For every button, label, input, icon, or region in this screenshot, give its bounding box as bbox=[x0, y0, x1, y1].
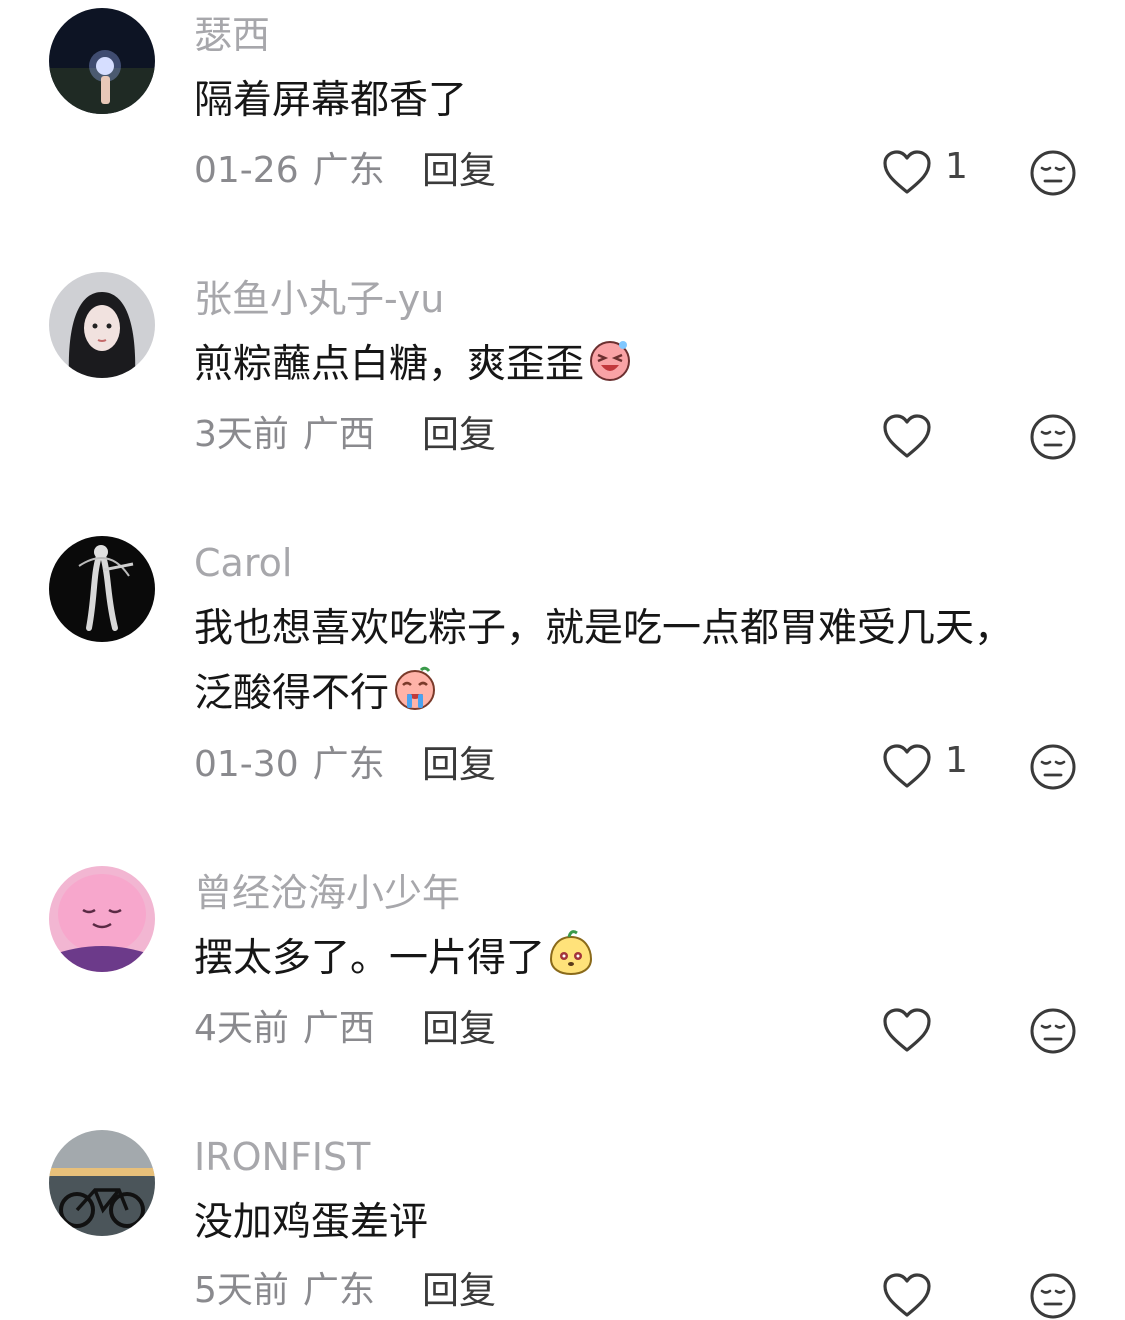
comment-text: 没加鸡蛋差评 bbox=[194, 1200, 429, 1245]
reply-button[interactable]: 回复 bbox=[422, 740, 496, 790]
comment-location: 广西 bbox=[302, 1008, 375, 1049]
comment-meta: 3天前 广西 bbox=[194, 410, 375, 460]
comment-date: 4天前 bbox=[194, 1008, 289, 1049]
like-button[interactable] bbox=[882, 1272, 934, 1320]
dislike-button[interactable] bbox=[1029, 413, 1077, 461]
comment-item: IRONFIST 没加鸡蛋差评 5天前 广东 回复 bbox=[0, 1122, 1125, 1319]
like-button[interactable] bbox=[882, 1007, 934, 1055]
like-count: 1 bbox=[945, 146, 968, 187]
like-button[interactable] bbox=[882, 413, 934, 461]
avatar[interactable] bbox=[49, 536, 155, 642]
heart-outline-icon bbox=[883, 744, 931, 788]
comment-meta: 01-26 广东 bbox=[194, 146, 385, 196]
comment-location: 广东 bbox=[302, 1270, 375, 1311]
heart-outline-icon bbox=[883, 1273, 931, 1317]
comment-username[interactable]: 曾经沧海小少年 bbox=[194, 868, 460, 918]
comment-item: 瑟西 隔着屏幕都香了 01-26 广东 回复 1 bbox=[0, 0, 1125, 240]
comment-username[interactable]: Carol bbox=[194, 538, 292, 588]
neutral-face-icon bbox=[1030, 1273, 1076, 1319]
comment-text: 摆太多了。一片得了 bbox=[194, 926, 1034, 991]
dislike-button[interactable] bbox=[1029, 149, 1077, 197]
comment-username[interactable]: 张鱼小丸子-yu bbox=[194, 274, 444, 324]
neutral-face-icon bbox=[1030, 414, 1076, 460]
comment-location: 广东 bbox=[312, 150, 385, 191]
like-count: 1 bbox=[945, 740, 968, 781]
dislike-button[interactable] bbox=[1029, 1272, 1077, 1320]
comment-username[interactable]: 瑟西 bbox=[194, 10, 270, 60]
comment-date: 3天前 bbox=[194, 414, 289, 455]
comment-meta: 4天前 广西 bbox=[194, 1004, 375, 1054]
neutral-face-icon bbox=[1030, 744, 1076, 790]
avatar[interactable] bbox=[49, 272, 155, 378]
like-button[interactable] bbox=[882, 743, 934, 791]
neutral-face-icon bbox=[1030, 150, 1076, 196]
comment-text: 煎粽蘸点白糖，爽歪歪 bbox=[194, 332, 1034, 397]
crying-emoji-icon bbox=[391, 664, 439, 712]
comment-text: 隔着屏幕都香了 bbox=[194, 78, 468, 123]
avatar[interactable] bbox=[49, 1130, 155, 1236]
comment-location: 广东 bbox=[312, 744, 385, 785]
heart-outline-icon bbox=[883, 414, 931, 458]
reply-button[interactable]: 回复 bbox=[422, 1266, 496, 1316]
like-button[interactable] bbox=[882, 149, 934, 197]
comment-item: Carol 我也想喜欢吃粽子，就是吃一点都胃难受几天，泛酸得不行 01-30 广东… bbox=[0, 528, 1125, 828]
reply-button[interactable]: 回复 bbox=[422, 146, 496, 196]
dislike-button[interactable] bbox=[1029, 1007, 1077, 1055]
dislike-button[interactable] bbox=[1029, 743, 1077, 791]
reply-button[interactable]: 回复 bbox=[422, 410, 496, 460]
avatar[interactable] bbox=[49, 8, 155, 114]
puppy-emoji-icon bbox=[547, 929, 595, 977]
avatar[interactable] bbox=[49, 866, 155, 972]
comment-date: 01-26 bbox=[194, 150, 299, 191]
heart-outline-icon bbox=[883, 1008, 931, 1052]
heart-outline-icon bbox=[883, 150, 931, 194]
comment-text: 我也想喜欢吃粽子，就是吃一点都胃难受几天，泛酸得不行 bbox=[194, 606, 1014, 716]
comment-date: 5天前 bbox=[194, 1270, 289, 1311]
laughing-emoji-icon bbox=[586, 335, 634, 383]
reply-button[interactable]: 回复 bbox=[422, 1004, 496, 1054]
comment-username[interactable]: IRONFIST bbox=[194, 1132, 370, 1182]
comment-meta: 5天前 广东 bbox=[194, 1266, 375, 1316]
comment-location: 广西 bbox=[302, 414, 375, 455]
neutral-face-icon bbox=[1030, 1008, 1076, 1054]
comment-meta: 01-30 广东 bbox=[194, 740, 385, 790]
comment-item: 张鱼小丸子-yu 煎粽蘸点白糖，爽歪歪 3天前 广西 回复 bbox=[0, 264, 1125, 504]
comment-date: 01-30 bbox=[194, 744, 299, 785]
comment-item: 曾经沧海小少年 摆太多了。一片得了 4天前 广西 回复 bbox=[0, 858, 1125, 1098]
